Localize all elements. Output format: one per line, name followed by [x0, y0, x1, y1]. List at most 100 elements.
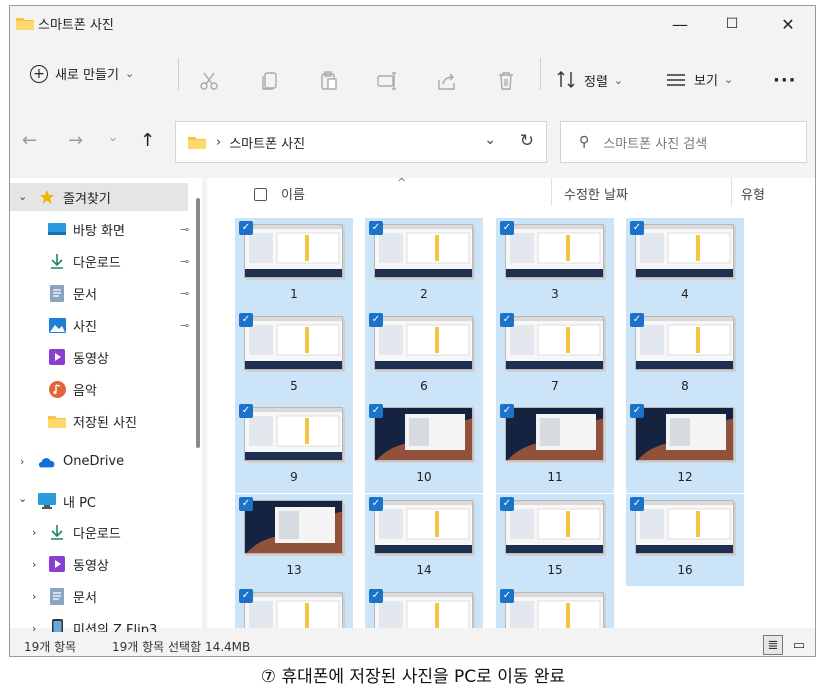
checkbox-icon[interactable]: ✓: [630, 221, 644, 235]
sidebar-item-favorites[interactable]: 즐겨찾기: [38, 184, 111, 210]
expand-chevron-icon[interactable]: ›: [32, 558, 36, 571]
expand-chevron-icon[interactable]: ›: [32, 590, 36, 603]
checkbox-icon[interactable]: ✓: [239, 497, 253, 511]
minimize-button[interactable]: —: [657, 6, 703, 42]
file-tile[interactable]: ✓ 10: [365, 401, 483, 493]
file-tile[interactable]: ✓ 13: [235, 494, 353, 586]
copy-icon[interactable]: [259, 70, 281, 92]
address-dropdown-icon[interactable]: ⌄: [484, 132, 496, 148]
file-tile[interactable]: ✓ 2: [365, 218, 483, 310]
search-box[interactable]: ⚲ 스마트폰 사진 검색: [560, 121, 807, 163]
details-view-icon[interactable]: ≣: [763, 635, 783, 655]
file-tile[interactable]: ✓ 7: [496, 310, 614, 402]
expand-chevron-icon[interactable]: ›: [32, 526, 36, 539]
checkbox-icon[interactable]: ✓: [500, 589, 514, 603]
sidebar-item-this-pc[interactable]: 내 PC: [38, 488, 96, 514]
checkbox-icon[interactable]: ✓: [630, 313, 644, 327]
sidebar-item-label: 바탕 화면: [73, 223, 125, 239]
file-tile[interactable]: ✓ 1: [235, 218, 353, 310]
file-tile[interactable]: ✓19: [496, 586, 614, 628]
column-header-name[interactable]: 이름: [281, 178, 305, 208]
sidebar-item-pc-documents[interactable]: 문서: [48, 583, 97, 609]
large-icons-view-icon[interactable]: ▭: [789, 635, 809, 655]
checkbox-icon[interactable]: ✓: [239, 589, 253, 603]
refresh-icon[interactable]: ↻: [520, 131, 534, 151]
sidebar-item-pc-videos[interactable]: 동영상: [48, 551, 109, 577]
checkbox-icon[interactable]: ✓: [239, 313, 253, 327]
more-options-button[interactable]: ···: [773, 70, 797, 91]
file-tile[interactable]: ✓ 11: [496, 401, 614, 493]
file-tile[interactable]: ✓ 9: [235, 401, 353, 493]
sidebar-item-pc-downloads[interactable]: 다운로드: [48, 519, 121, 545]
expand-chevron-icon[interactable]: ⌄: [18, 190, 27, 203]
pin-icon[interactable]: ⊸: [180, 319, 189, 332]
back-arrow-icon[interactable]: ←: [22, 130, 37, 151]
file-tile[interactable]: ✓ 6: [365, 310, 483, 402]
computer-icon: [38, 492, 56, 510]
sidebar-item-music[interactable]: 음악: [48, 376, 97, 402]
paste-icon[interactable]: [318, 70, 340, 92]
checkbox-icon[interactable]: ✓: [369, 404, 383, 418]
checkbox-icon[interactable]: ✓: [500, 497, 514, 511]
sidebar-item-label: 문서: [73, 287, 97, 303]
pin-icon[interactable]: ⊸: [180, 287, 189, 300]
checkbox-icon[interactable]: ✓: [369, 221, 383, 235]
column-header-type[interactable]: 유형: [741, 178, 765, 208]
sidebar-item-pictures[interactable]: 사진 ⊸: [48, 312, 189, 338]
share-icon[interactable]: [436, 70, 458, 92]
file-tile[interactable]: ✓ 15: [496, 494, 614, 586]
checkbox-icon[interactable]: ✓: [500, 313, 514, 327]
column-header-date[interactable]: 수정한 날짜: [564, 178, 628, 208]
file-tile[interactable]: ✓ 12: [626, 401, 744, 493]
file-tile[interactable]: ✓ 5: [235, 310, 353, 402]
image-thumbnail: [635, 224, 734, 278]
delete-icon[interactable]: [495, 70, 517, 92]
file-tile[interactable]: ✓ 4: [626, 218, 744, 310]
forward-arrow-icon[interactable]: →: [68, 130, 83, 151]
up-arrow-icon[interactable]: ↑: [140, 130, 155, 151]
file-name-label: 8: [681, 379, 689, 393]
checkbox-icon[interactable]: ✓: [369, 589, 383, 603]
cut-icon[interactable]: [198, 70, 220, 92]
sidebar-item-videos[interactable]: 동영상: [48, 344, 109, 370]
view-label: 보기: [694, 74, 718, 89]
file-tile[interactable]: ✓ 14: [365, 494, 483, 586]
sort-button[interactable]: 정렬 ⌄: [556, 70, 623, 90]
select-all-checkbox[interactable]: [254, 188, 267, 201]
file-tile[interactable]: ✓ 3: [496, 218, 614, 310]
expand-chevron-icon[interactable]: ⌄: [18, 492, 27, 505]
rename-icon[interactable]: [376, 70, 398, 92]
address-bar[interactable]: › 스마트폰 사진 ⌄ ↻: [175, 121, 547, 163]
checkbox-icon[interactable]: ✓: [630, 497, 644, 511]
file-tile[interactable]: ✓18: [365, 586, 483, 628]
sidebar-item-downloads[interactable]: 다운로드 ⊸: [48, 248, 189, 274]
pin-icon[interactable]: ⊸: [180, 255, 189, 268]
recent-locations-icon[interactable]: ⌄: [108, 130, 118, 144]
sidebar-scrollbar[interactable]: [196, 198, 200, 448]
title-bar: 스마트폰 사진 — ☐ ✕: [10, 6, 815, 42]
checkbox-icon[interactable]: ✓: [369, 313, 383, 327]
checkbox-icon[interactable]: ✓: [239, 404, 253, 418]
breadcrumb-current[interactable]: 스마트폰 사진: [229, 133, 305, 152]
view-button[interactable]: 보기 ⌄: [666, 70, 733, 89]
checkbox-icon[interactable]: ✓: [369, 497, 383, 511]
checkbox-icon[interactable]: ✓: [500, 404, 514, 418]
sidebar-item-desktop[interactable]: 바탕 화면 ⊸: [48, 216, 189, 242]
checkbox-icon[interactable]: ✓: [630, 404, 644, 418]
file-tile[interactable]: ✓17: [235, 586, 353, 628]
pin-icon[interactable]: ⊸: [180, 223, 189, 236]
sidebar-item-onedrive[interactable]: OneDrive: [38, 448, 124, 474]
sidebar-item-documents[interactable]: 문서 ⊸: [48, 280, 189, 306]
expand-chevron-icon[interactable]: ›: [20, 455, 24, 468]
sidebar-item-saved-pictures[interactable]: 저장된 사진: [48, 408, 137, 434]
close-button[interactable]: ✕: [765, 6, 811, 42]
file-tile[interactable]: ✓ 8: [626, 310, 744, 402]
checkbox-icon[interactable]: ✓: [239, 221, 253, 235]
download-icon: [48, 252, 66, 270]
new-button[interactable]: + 새로 만들기 ⌄: [30, 64, 134, 83]
download-icon: [48, 523, 66, 541]
maximize-button[interactable]: ☐: [709, 6, 755, 42]
file-tile[interactable]: ✓ 16: [626, 494, 744, 586]
toolbar-divider: [178, 58, 179, 90]
checkbox-icon[interactable]: ✓: [500, 221, 514, 235]
